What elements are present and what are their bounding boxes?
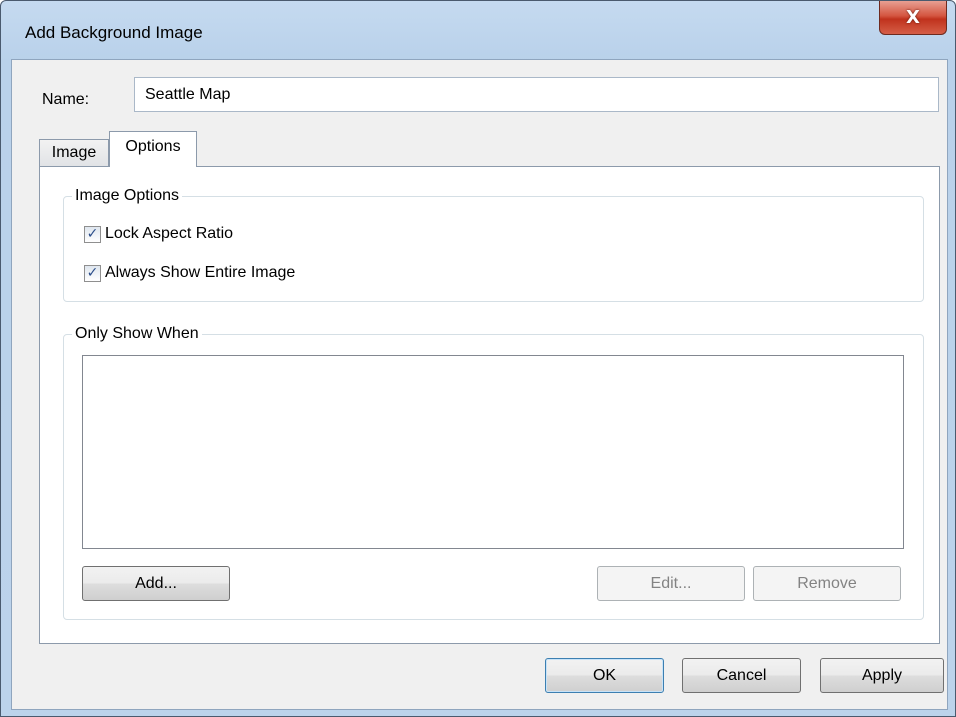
close-button[interactable]: X bbox=[879, 1, 947, 35]
image-options-title: Image Options bbox=[75, 187, 180, 204]
name-input[interactable] bbox=[134, 77, 939, 112]
add-button[interactable]: Add... bbox=[82, 566, 230, 601]
remove-button-label: Remove bbox=[797, 574, 857, 592]
close-icon: X bbox=[906, 7, 920, 28]
edit-button-label: Edit... bbox=[650, 574, 692, 592]
window-title: Add Background Image bbox=[25, 23, 203, 42]
options-tab-panel: Image Options ✓ Lock Aspect Ratio ✓ Alwa… bbox=[39, 166, 940, 644]
title-bar[interactable]: Add Background Image X bbox=[1, 1, 955, 59]
checkmark-icon[interactable]: ✓ bbox=[84, 264, 101, 282]
tab-image[interactable]: Image bbox=[39, 139, 109, 166]
apply-button-label: Apply bbox=[861, 666, 903, 684]
cancel-button[interactable]: Cancel bbox=[682, 658, 801, 693]
only-show-when-title: Only Show When bbox=[75, 325, 199, 342]
tab-strip: Image Options bbox=[39, 131, 219, 167]
always-show-entire-image-checkbox[interactable]: ✓ Always Show Entire Image bbox=[84, 264, 295, 282]
conditions-list[interactable] bbox=[82, 355, 904, 549]
always-show-entire-image-label: Always Show Entire Image bbox=[105, 264, 296, 281]
cancel-button-label: Cancel bbox=[716, 666, 767, 684]
add-button-label: Add... bbox=[135, 574, 177, 592]
edit-button[interactable]: Edit... bbox=[597, 566, 745, 601]
lock-aspect-ratio-label: Lock Aspect Ratio bbox=[105, 225, 234, 242]
tab-options-label: Options bbox=[125, 137, 181, 155]
tab-image-label: Image bbox=[51, 144, 97, 161]
checkmark-icon[interactable]: ✓ bbox=[84, 225, 101, 243]
only-show-when-group: Only Show When Add... Edit... Remove bbox=[63, 325, 924, 620]
lock-aspect-ratio-checkbox[interactable]: ✓ Lock Aspect Ratio bbox=[84, 225, 233, 243]
image-options-group: Image Options ✓ Lock Aspect Ratio ✓ Alwa… bbox=[63, 187, 924, 302]
ok-button-label: OK bbox=[592, 666, 617, 684]
tab-options[interactable]: Options bbox=[109, 131, 197, 167]
name-label: Name: bbox=[42, 91, 90, 108]
dialog-window: Add Background Image X Name: Image Optio… bbox=[0, 0, 956, 717]
dialog-client-area: Name: Image Options Image Options ✓ Lock… bbox=[11, 59, 948, 710]
ok-button[interactable]: OK bbox=[545, 658, 664, 693]
apply-button[interactable]: Apply bbox=[820, 658, 944, 693]
remove-button[interactable]: Remove bbox=[753, 566, 901, 601]
